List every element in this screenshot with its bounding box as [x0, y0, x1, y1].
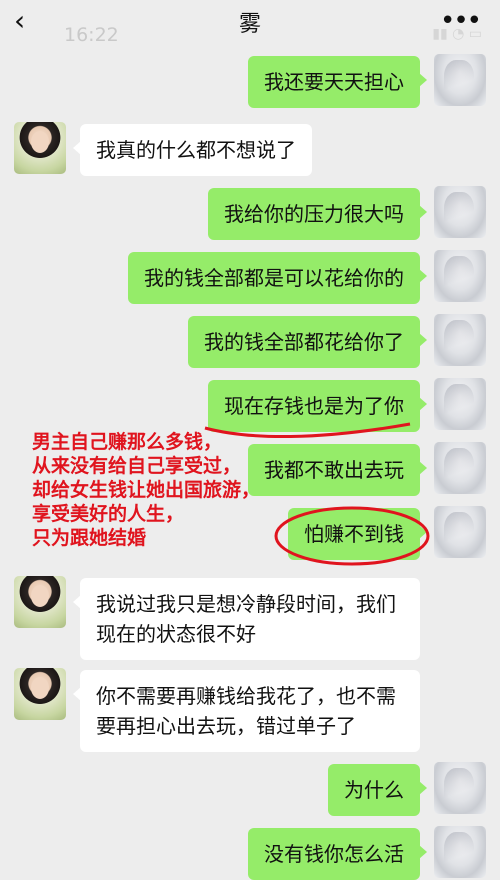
- message-bubble-sent[interactable]: 我的钱全部都是可以花给你的: [128, 252, 427, 304]
- message-line: 现在的状态很不好: [96, 622, 256, 646]
- annotation-line: 从来没有给自己享受过，: [32, 455, 242, 477]
- top-bar: ‹ 16:22 雾 ••• ▮▮ ◔ ▭: [0, 0, 500, 46]
- chat-title: 雾: [238, 12, 261, 37]
- contact-avatar[interactable]: [14, 668, 66, 720]
- my-avatar[interactable]: [434, 314, 486, 366]
- message-bubble-sent[interactable]: 我都不敢出去玩: [248, 444, 427, 496]
- message-row: 为什么: [0, 760, 500, 816]
- annotation-line: 却给女生钱让她出国旅游，: [32, 479, 261, 501]
- message-row: 现在存钱也是为了你: [0, 378, 500, 434]
- message-row: 我还要天天担心: [0, 54, 500, 110]
- annotation-line: 享受美好的人生，: [32, 503, 185, 525]
- message-line: 你不需要再赚钱给我花了，也不需: [96, 684, 396, 708]
- message-bubble-received[interactable]: 我说过我只是想冷静段时间，我们 现在的状态很不好: [73, 578, 420, 660]
- message-row: 你不需要再赚钱给我花了，也不需 要再担心出去玩，错过单子了: [0, 668, 500, 752]
- red-annotation: 男主自己赚那么多钱， 从来没有给自己享受过， 却给女生钱让她出国旅游， 享受美好…: [32, 430, 260, 550]
- my-avatar[interactable]: [434, 54, 486, 106]
- message-row: 我给你的压力很大吗: [0, 186, 500, 242]
- message-bubble-sent[interactable]: 现在存钱也是为了你: [208, 380, 427, 432]
- contact-avatar[interactable]: [14, 576, 66, 628]
- message-line: 我说过我只是想冷静段时间，我们: [96, 592, 396, 616]
- message-bubble-sent[interactable]: 没有钱你怎么活: [248, 828, 427, 880]
- message-line: 要再担心出去玩，错过单子了: [96, 714, 356, 738]
- contact-avatar[interactable]: [14, 122, 66, 174]
- message-bubble-sent[interactable]: 为什么: [328, 764, 427, 816]
- my-avatar[interactable]: [434, 250, 486, 302]
- status-icons: ▮▮ ◔ ▭: [432, 26, 482, 42]
- message-bubble-received[interactable]: 你不需要再赚钱给我花了，也不需 要再担心出去玩，错过单子了: [73, 670, 420, 752]
- message-bubble-sent[interactable]: 怕赚不到钱: [288, 508, 427, 560]
- my-avatar[interactable]: [434, 762, 486, 814]
- message-row: 没有钱你怎么活: [0, 824, 500, 880]
- message-row: 我的钱全部都花给你了: [0, 314, 500, 370]
- my-avatar[interactable]: [434, 826, 486, 878]
- my-avatar[interactable]: [434, 442, 486, 494]
- message-bubble-sent[interactable]: 我的钱全部都花给你了: [188, 316, 427, 368]
- message-bubble-received[interactable]: 我真的什么都不想说了: [73, 124, 312, 176]
- my-avatar[interactable]: [434, 506, 486, 558]
- annotation-line: 男主自己赚那么多钱，: [32, 431, 223, 453]
- my-avatar[interactable]: [434, 186, 486, 238]
- message-row: 我真的什么都不想说了: [0, 122, 500, 178]
- annotation-line: 只为跟她结婚: [32, 527, 147, 549]
- message-row: 我说过我只是想冷静段时间，我们 现在的状态很不好: [0, 576, 500, 660]
- message-row: 我的钱全部都是可以花给你的: [0, 250, 500, 306]
- message-bubble-sent[interactable]: 我给你的压力很大吗: [208, 188, 427, 240]
- my-avatar[interactable]: [434, 378, 486, 430]
- message-bubble-sent[interactable]: 我还要天天担心: [248, 56, 427, 108]
